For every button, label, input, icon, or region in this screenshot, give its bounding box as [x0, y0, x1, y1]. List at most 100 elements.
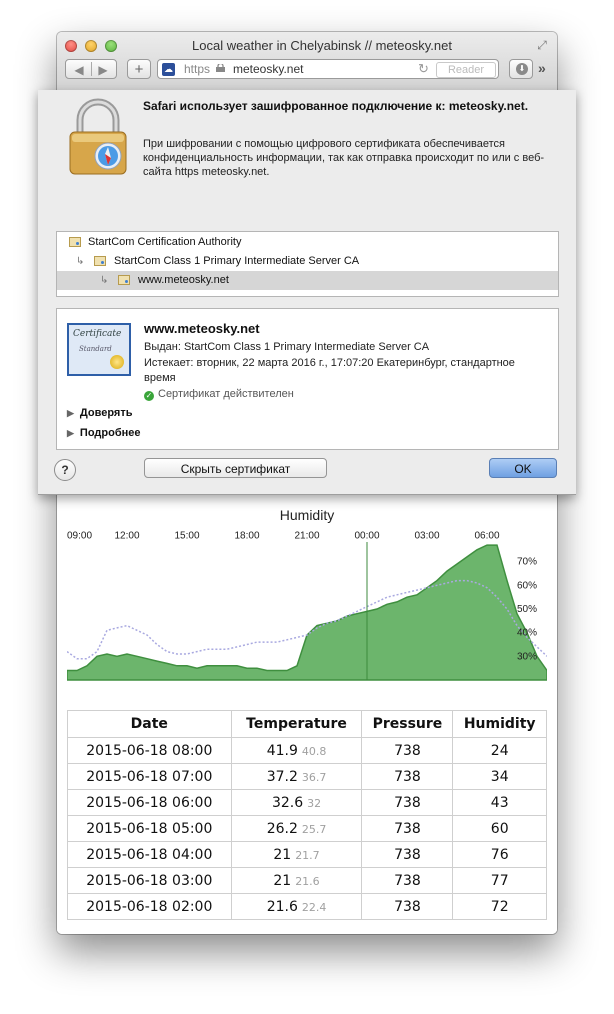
pressure-cell: 738	[361, 763, 454, 790]
weather-table: Date Temperature Pressure Humidity 2015-…	[67, 710, 547, 920]
trust-disclosure[interactable]: ▶ Доверять	[67, 407, 133, 419]
humidity-cell: 72	[452, 893, 547, 920]
table-row: 2015-06-18 08:00 41.9 40.8 738 24	[67, 737, 547, 764]
table-row: 2015-06-18 04:00 21 21.7 738 76	[67, 841, 547, 868]
padlock-icon	[69, 98, 127, 175]
certificate-details: Certificate Standard www.meteosky.net Вы…	[56, 308, 559, 450]
more-toolbar-icon[interactable]: »	[538, 60, 546, 76]
back-button[interactable]: ◀	[67, 60, 91, 80]
date-cell: 2015-06-18 02:00	[67, 893, 232, 920]
hierarchy-arrow-icon: ↳	[76, 256, 85, 267]
table-header-row: Date Temperature Pressure Humidity	[67, 710, 547, 738]
date-cell: 2015-06-18 03:00	[67, 867, 232, 894]
sheet-description: При шифровании с помощью цифрового серти…	[143, 138, 545, 178]
temperature-value: 26.2	[266, 820, 298, 837]
trust-label: Доверять	[79, 407, 133, 419]
temperature-cell: 32.6 32	[230, 789, 363, 816]
column-header-temperature: Temperature	[230, 710, 363, 738]
column-header-date: Date	[67, 710, 232, 738]
url-host: meteosky.net	[233, 62, 304, 76]
pressure-cell: 738	[361, 867, 454, 894]
download-icon: ⬇	[516, 63, 528, 75]
y-tick-label: 60%	[517, 580, 537, 591]
pressure-cell: 738	[361, 893, 454, 920]
reload-icon[interactable]: ↻	[418, 61, 429, 77]
pressure-cell: 738	[361, 789, 454, 816]
feels-like-value: 21.7	[295, 848, 320, 862]
y-tick-label: 70%	[517, 557, 537, 568]
chain-item-root[interactable]: StartCom Certification Authority	[57, 233, 558, 252]
temperature-cell: 37.2 36.7	[230, 763, 363, 790]
fullscreen-icon[interactable]: ⤢	[535, 38, 549, 52]
y-tick-label: 50%	[517, 604, 537, 615]
add-bookmark-button[interactable]: +	[127, 59, 151, 79]
x-tick-label: 18:00	[234, 530, 259, 541]
feels-like-value: 36.7	[301, 770, 327, 784]
temperature-cell: 21 21.6	[230, 867, 363, 894]
x-tick-label: 09:00	[67, 530, 92, 541]
certificate-status: ✓ Сертификат действителен	[144, 388, 294, 401]
table-row: 2015-06-18 05:00 26.2 25.7 738 60	[67, 815, 547, 842]
close-window-button[interactable]	[65, 40, 77, 52]
date-cell: 2015-06-18 05:00	[67, 815, 232, 842]
certificate-icon	[69, 237, 81, 247]
site-favicon-icon: ☁	[162, 63, 175, 76]
certificate-chain-list: StartCom Certification Authority ↳ Start…	[56, 231, 559, 297]
certificate-icon	[94, 256, 106, 266]
humidity-cell: 24	[452, 737, 547, 764]
seal-icon	[110, 355, 124, 369]
reader-button[interactable]: Reader	[436, 62, 496, 78]
date-cell: 2015-06-18 07:00	[67, 763, 232, 790]
pressure-cell: 738	[361, 815, 454, 842]
certificate-sheet: Safari использует зашифрованное подключе…	[38, 90, 576, 495]
temperature-value: 32.6	[271, 794, 304, 811]
humidity-chart: 09:00 12:00 15:00 18:00 21:00 00:00 03:00 06:00…	[67, 530, 547, 681]
temperature-cell: 21.6 22.4	[230, 893, 363, 920]
date-cell: 2015-06-18 04:00	[67, 841, 232, 868]
humidity-cell: 34	[452, 763, 547, 790]
ok-button[interactable]: OK	[489, 458, 557, 478]
column-header-pressure: Pressure	[361, 710, 454, 738]
temperature-cell: 26.2 25.7	[230, 815, 363, 842]
downloads-button[interactable]: ⬇	[509, 59, 533, 79]
x-tick-label: 15:00	[174, 530, 199, 541]
temperature-cell: 41.9 40.8	[230, 737, 363, 764]
help-button[interactable]: ?	[54, 459, 76, 481]
chain-item-intermediate[interactable]: ↳ StartCom Class 1 Primary Intermediate …	[57, 252, 558, 271]
chart-title: Humidity	[279, 507, 335, 523]
chain-item-label: StartCom Certification Authority	[88, 236, 242, 248]
hide-certificate-button[interactable]: Скрыть сертификат	[144, 458, 327, 478]
zoom-window-button[interactable]	[105, 40, 117, 52]
window-title: Local weather in Chelyabinsk // meteosky…	[192, 38, 452, 53]
x-tick-label: 06:00	[474, 530, 499, 541]
chain-item-label: www.meteosky.net	[138, 274, 229, 286]
certificate-issuer: Выдан: StartCom Class 1 Primary Intermed…	[144, 341, 430, 353]
certificate-image: Certificate Standard	[67, 323, 131, 376]
weather-page: Humidity 09:00 12:00 15:00 18:00 21:00 00:00 0…	[57, 490, 557, 934]
column-header-humidity: Humidity	[452, 710, 547, 738]
back-forward-group: ◀ ▶	[65, 59, 117, 79]
certificate-icon	[118, 275, 130, 285]
details-label: Подробнее	[79, 427, 141, 439]
certificate-name: www.meteosky.net	[144, 321, 260, 336]
certificate-status-label: Сертификат действителен	[158, 388, 294, 400]
x-tick-label: 00:00	[354, 530, 379, 541]
minimize-window-button[interactable]	[85, 40, 97, 52]
pressure-cell: 738	[361, 841, 454, 868]
feels-like-value: 25.7	[301, 822, 327, 836]
humidity-cell: 77	[452, 867, 547, 894]
chain-item-leaf[interactable]: ↳ www.meteosky.net	[57, 271, 558, 290]
table-row: 2015-06-18 07:00 37.2 36.7 738 34	[67, 763, 547, 790]
lock-icon[interactable]	[216, 64, 225, 72]
temperature-value: 37.2	[266, 768, 298, 785]
y-tick-label: 30%	[517, 651, 537, 662]
temperature-value: 21	[273, 846, 292, 863]
forward-button[interactable]: ▶	[91, 60, 115, 80]
details-disclosure[interactable]: ▶ Подробнее	[67, 427, 141, 439]
disclosure-triangle-icon: ▶	[67, 428, 74, 438]
x-tick-label: 03:00	[414, 530, 439, 541]
table-row: 2015-06-18 06:00 32.6 32 738 43	[67, 789, 547, 816]
certificate-expiry: Истекает: вторник, 22 марта 2016 г., 17:…	[144, 357, 515, 384]
address-bar[interactable]: ☁ https meteosky.net ↻ Reader	[157, 59, 499, 79]
hierarchy-arrow-icon: ↳	[100, 275, 109, 286]
